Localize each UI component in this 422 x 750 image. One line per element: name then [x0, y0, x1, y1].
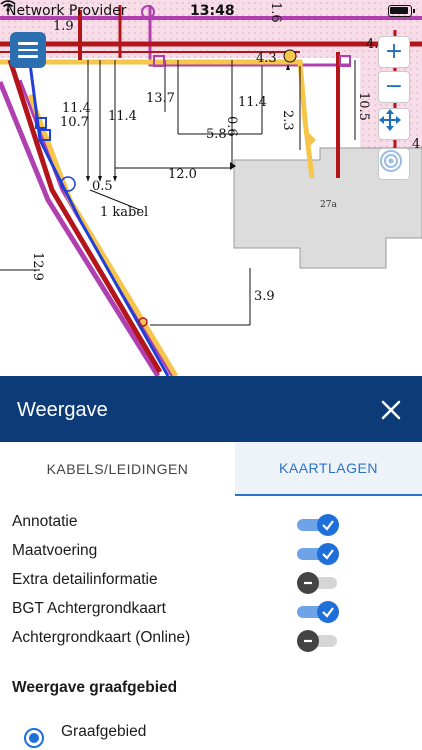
layer-label: Extra detailinformatie	[12, 571, 158, 588]
layer-label: Annotatie	[12, 513, 78, 530]
minus-icon: −	[384, 74, 404, 99]
carrier-name: Network Provider	[6, 3, 127, 19]
checkmark-icon	[317, 514, 339, 536]
menu-button[interactable]	[10, 32, 46, 68]
plus-icon: +	[384, 39, 404, 64]
radio-label: Graafgebied	[61, 723, 147, 740]
toggle-extra-detailinformatie[interactable]	[297, 572, 339, 594]
wifi-icon	[0, 0, 16, 12]
map-view[interactable]: 11.4 10.7 11.4 13.7 11.4 5.8 4.3 12.0 0.…	[0, 0, 422, 376]
map-label: 12.0	[168, 167, 197, 182]
map-label: 13.7	[146, 91, 175, 106]
toggle-maatvoering[interactable]	[297, 543, 339, 565]
checkmark-icon	[317, 601, 339, 623]
radio-option-graafgebied[interactable]: Graafgebied	[0, 720, 422, 750]
map-label: 2.3	[280, 110, 295, 131]
layer-label: Maatvoering	[12, 542, 98, 559]
location-target-icon	[380, 150, 402, 172]
layer-row-achtergrondkaart-online: Achtergrondkaart (Online)	[0, 626, 422, 655]
layer-list: Annotatie Maatvoering Extra detailinform…	[0, 510, 422, 655]
map-label: 3.9	[254, 289, 275, 304]
zoom-in-button[interactable]: +	[378, 36, 410, 68]
map-label: 4.	[366, 37, 378, 52]
map-canvas: 11.4 10.7 11.4 13.7 11.4 5.8 4.3 12.0 0.…	[0, 0, 422, 376]
layer-row-bgt-achtergrondkaart: BGT Achtergrondkaart	[0, 597, 422, 626]
battery-icon	[388, 5, 415, 17]
section-title-weergave-graafgebied: Weergave graafgebied	[12, 679, 178, 696]
map-label: 0.6	[224, 116, 239, 137]
tab-bar: KABELS/LEIDINGEN KAARTLAGEN	[0, 442, 422, 496]
checkmark-icon	[317, 543, 339, 565]
map-label: 4.3	[256, 51, 277, 66]
panel-header: Weergave	[0, 376, 422, 442]
close-icon[interactable]	[380, 399, 402, 421]
map-label: 12.9	[30, 252, 45, 281]
layer-label: BGT Achtergrondkaart	[12, 600, 166, 617]
minus-icon	[297, 572, 319, 594]
map-label: 11.4	[238, 95, 267, 110]
minus-icon	[297, 630, 319, 652]
panel-title: Weergave	[17, 399, 108, 421]
toggle-annotatie[interactable]	[297, 514, 339, 536]
map-label: 11.4	[62, 101, 91, 116]
radio-button-selected[interactable]	[24, 728, 44, 748]
locate-button[interactable]	[378, 148, 410, 180]
building-number: 27a	[320, 200, 337, 210]
layer-row-extra-detailinformatie: Extra detailinformatie	[0, 568, 422, 597]
layer-row-annotatie: Annotatie	[0, 510, 422, 539]
tab-kaartlagen[interactable]: KAARTLAGEN	[235, 442, 422, 496]
clock: 13:48	[190, 3, 235, 19]
status-bar: Network Provider 13:48	[0, 0, 422, 22]
toggle-achtergrondkaart-online[interactable]	[297, 630, 339, 652]
map-label: 1 kabel	[100, 205, 148, 220]
map-label: 5.8	[206, 127, 227, 142]
tab-kabels-leidingen[interactable]: KABELS/LEIDINGEN	[0, 442, 235, 496]
map-label: 0.5	[92, 179, 113, 194]
zoom-out-button[interactable]: −	[378, 71, 410, 103]
layer-label: Achtergrondkaart (Online)	[12, 629, 191, 646]
toggle-bgt-achtergrondkaart[interactable]	[297, 601, 339, 623]
move-arrows-icon	[379, 109, 401, 131]
map-label: 4.	[412, 137, 422, 152]
layer-row-maatvoering: Maatvoering	[0, 539, 422, 568]
pan-button[interactable]	[378, 108, 410, 140]
map-label: 11.4	[108, 109, 137, 124]
hamburger-icon	[18, 42, 38, 45]
map-label: 10.5	[356, 92, 371, 121]
map-label: 10.7	[60, 115, 89, 130]
